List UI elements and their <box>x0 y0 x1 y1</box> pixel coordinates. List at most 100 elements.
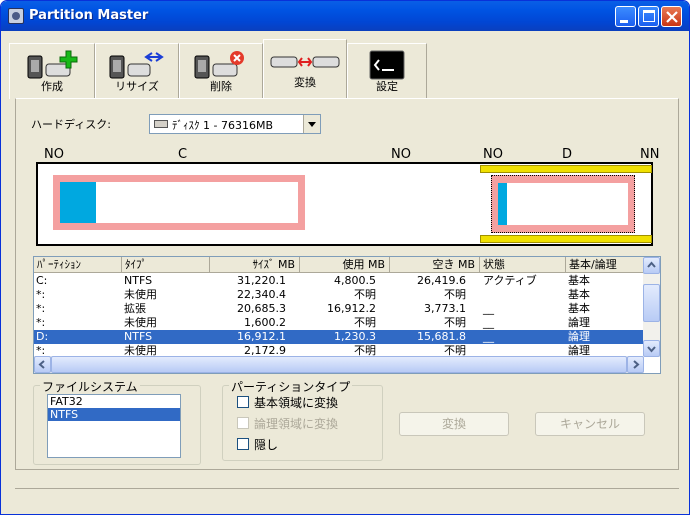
checkbox-box[interactable] <box>237 438 249 450</box>
disk-map-label: NO <box>483 147 503 162</box>
table-cell: NTFS <box>124 274 153 287</box>
disk-map-label: NN <box>640 147 660 162</box>
maximize-button[interactable] <box>638 6 659 27</box>
table-cell: 基本 <box>568 274 590 287</box>
partition-block-c[interactable] <box>53 175 305 230</box>
table-cell: *: <box>36 302 46 315</box>
table-cell: 不明 <box>444 288 466 301</box>
minimize-icon <box>620 20 628 23</box>
table-cell: 基本 <box>568 302 590 315</box>
column-header[interactable]: ﾊﾟｰﾃｨｼｮﾝ <box>34 257 122 273</box>
list-item[interactable]: FAT32 <box>48 395 180 408</box>
partition-table: ﾊﾟｰﾃｨｼｮﾝ ﾀｲﾌﾟ ｻｲｽﾞ MB 使用 MB 空き MB 状態 基本/… <box>33 256 661 374</box>
convert-partition-icon <box>270 56 340 68</box>
table-cell: 31,220.1 <box>237 274 286 287</box>
hard-disk-select[interactable]: ﾃﾞｨｽｸ 1 - 76316MB <box>149 114 321 134</box>
table-cell: 15,681.8 <box>417 330 466 343</box>
table-cell: 4,800.5 <box>334 274 376 287</box>
extended-partition-bottom <box>480 235 652 243</box>
scroll-up-button[interactable] <box>643 257 660 274</box>
table-cell: 不明 <box>354 288 376 301</box>
scroll-left-button[interactable] <box>34 356 51 373</box>
table-cell: NTFS <box>124 330 153 343</box>
tab-convert-label: 変換 <box>294 76 316 89</box>
tab-resize-label: リサイズ <box>115 80 159 93</box>
disk-map-label: D <box>562 147 573 162</box>
table-header: ﾊﾟｰﾃｨｼｮﾝ ﾀｲﾌﾟ ｻｲｽﾞ MB 使用 MB 空き MB 状態 基本/… <box>34 257 644 273</box>
tab-create[interactable]: 作成 <box>9 43 95 99</box>
checkbox-label: 基本領域に変換 <box>254 396 339 410</box>
cancel-button[interactable]: キャンセル <box>535 412 645 436</box>
status-separator <box>15 488 679 489</box>
table-row[interactable]: D: NTFS 16,912.1 1,230.3 15,681.8 __ 論理 <box>34 330 644 344</box>
filesystem-group-title: ファイルシステム <box>40 378 140 395</box>
table-cell: D: <box>36 330 49 343</box>
table-cell: 20,685.3 <box>237 302 286 315</box>
scroll-down-button[interactable] <box>643 340 660 357</box>
list-item[interactable]: NTFS <box>48 408 180 421</box>
scroll-right-button[interactable] <box>627 356 644 373</box>
title-bar[interactable]: Partition Master <box>1 1 689 31</box>
table-cell: 22,340.4 <box>237 288 286 301</box>
close-button[interactable] <box>661 6 682 27</box>
table-cell: 16,912.2 <box>327 302 376 315</box>
checkbox-box <box>237 417 249 429</box>
tab-settings[interactable]: 設定 <box>347 43 427 99</box>
vertical-scrollbar[interactable] <box>643 257 660 357</box>
column-header[interactable]: 状態 <box>480 257 566 273</box>
hard-disk-label: ハードディスク: <box>31 118 111 131</box>
horizontal-scrollbar[interactable] <box>34 356 644 373</box>
table-cell: 26,419.6 <box>417 274 466 287</box>
column-header[interactable]: 空き MB <box>390 257 480 273</box>
hard-disk-selected-value: ﾃﾞｨｽｸ 1 - 76316MB <box>172 119 273 132</box>
scroll-thumb-horizontal[interactable] <box>51 356 627 373</box>
tab-delete[interactable]: 削除 <box>179 43 263 99</box>
tab-convert[interactable]: 変換 <box>263 39 347 99</box>
extended-partition-top <box>480 165 652 173</box>
convert-button[interactable]: 変換 <box>399 412 509 436</box>
close-icon <box>666 11 678 23</box>
tab-delete-label: 削除 <box>210 80 232 93</box>
table-row[interactable]: *: 未使用 22,340.4 不明 不明 基本 <box>34 288 644 302</box>
table-cell: 3,773.1 <box>424 302 466 315</box>
table-row[interactable]: *: 未使用 1,600.2 不明 不明 __ 論理 <box>34 316 644 330</box>
column-header[interactable]: ﾀｲﾌﾟ <box>122 257 210 273</box>
disk-icon <box>154 120 168 128</box>
console-settings-icon <box>369 50 405 80</box>
scroll-thumb[interactable] <box>643 284 660 322</box>
tab-resize[interactable]: リサイズ <box>95 43 179 99</box>
table-row[interactable]: *: 拡張 20,685.3 16,912.2 3,773.1 __ 基本 <box>34 302 644 316</box>
checkbox-box[interactable] <box>237 396 249 408</box>
table-cell: __ <box>483 316 494 329</box>
disk-map-label: NO <box>391 147 411 162</box>
table-cell: *: <box>36 316 46 329</box>
table-cell: 論理 <box>568 330 590 343</box>
filesystem-list[interactable]: FAT32 NTFS <box>47 394 181 458</box>
window-title: Partition Master <box>29 8 149 23</box>
partition-master-window: Partition Master 作成 リサイズ 削除 変換 設定 ハードディス… <box>0 0 690 515</box>
table-cell: 未使用 <box>124 316 157 329</box>
tab-create-label: 作成 <box>41 80 63 93</box>
table-cell: C: <box>36 274 48 287</box>
chevron-down-icon[interactable] <box>303 115 320 133</box>
toolbar: 作成 リサイズ 削除 変換 設定 <box>9 39 681 99</box>
minimize-button[interactable] <box>615 6 636 27</box>
column-header[interactable]: ｻｲｽﾞ MB <box>210 257 300 273</box>
checkbox-label: 論理領域に変換 <box>254 417 339 431</box>
table-cell: __ <box>483 302 494 315</box>
table-cell: 基本 <box>568 288 590 301</box>
table-cell: __ <box>483 330 494 343</box>
table-cell: 不明 <box>444 316 466 329</box>
column-header[interactable]: 使用 MB <box>300 257 390 273</box>
table-cell: 16,912.1 <box>237 330 286 343</box>
table-cell: 1,230.3 <box>334 330 376 343</box>
table-row[interactable]: C: NTFS 31,220.1 4,800.5 26,419.6 アクティブ 基本 <box>34 274 644 288</box>
partition-block-d[interactable] <box>491 175 635 233</box>
column-header[interactable]: 基本/論理 <box>566 257 644 273</box>
table-cell: 拡張 <box>124 302 146 315</box>
disk-map-label: NO <box>44 147 64 162</box>
disk-map-label: C <box>178 147 188 162</box>
table-cell: 論理 <box>568 316 590 329</box>
maximize-icon <box>643 10 655 22</box>
app-icon <box>8 8 24 24</box>
